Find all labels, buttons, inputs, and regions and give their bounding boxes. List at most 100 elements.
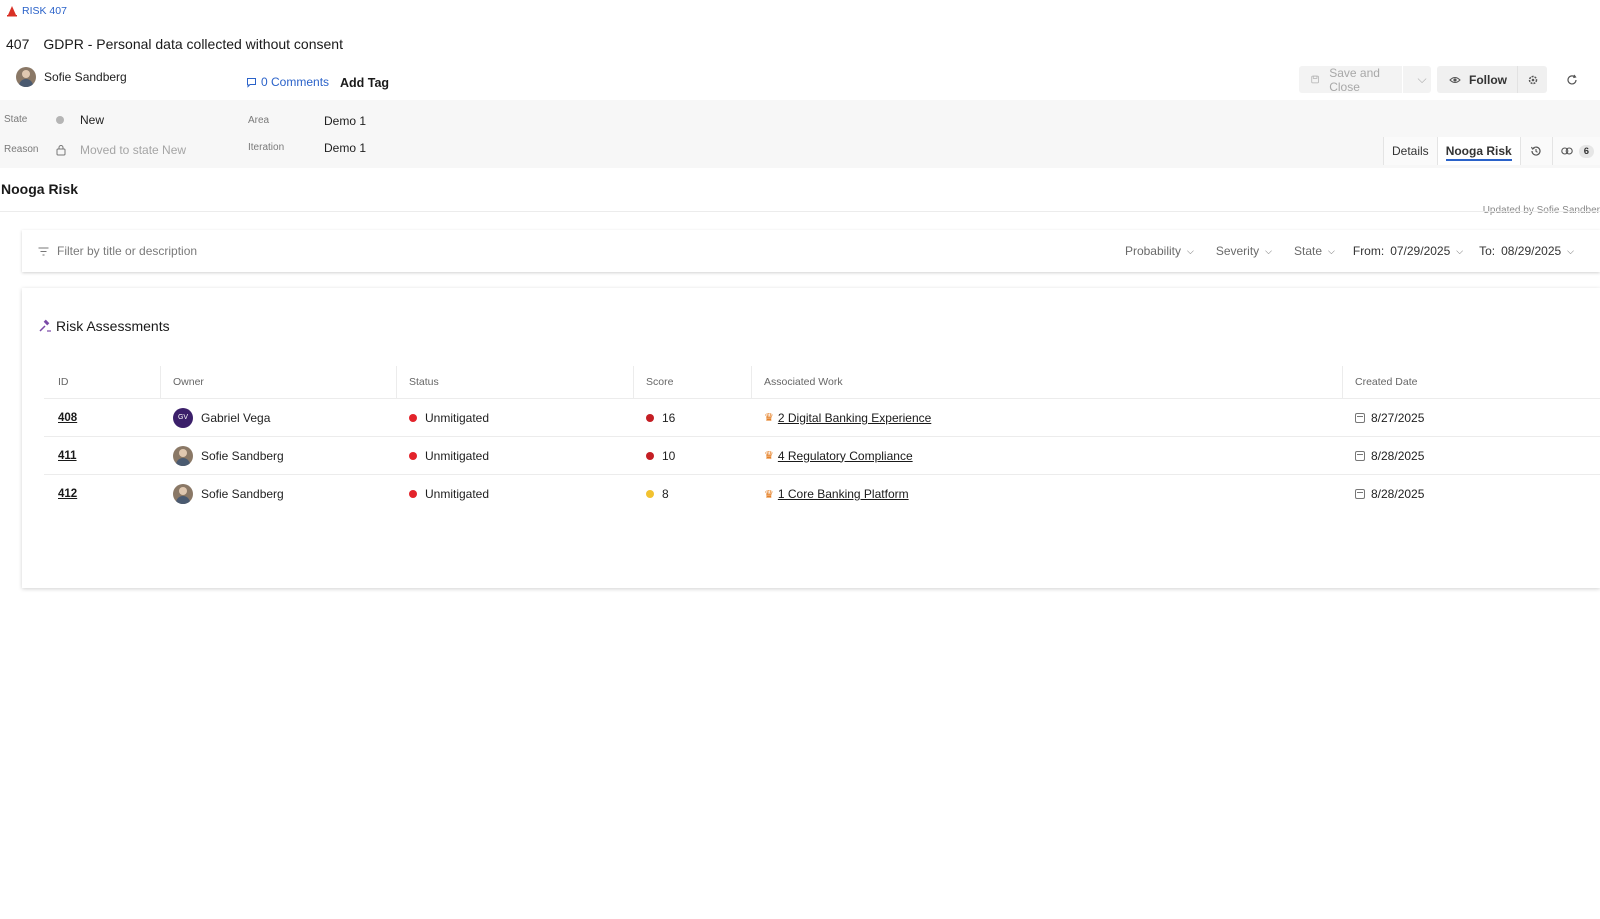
table-header: ID Owner Status Score Associated Work Cr… — [44, 365, 1600, 399]
refresh-button[interactable] — [1557, 66, 1587, 93]
column-header-created-date[interactable]: Created Date — [1343, 366, 1600, 399]
row-score-cell: 8 — [634, 487, 752, 501]
area-field: Area — [248, 115, 269, 126]
save-and-close-button[interactable]: Save and Close ⌵ — [1299, 65, 1431, 94]
column-header-owner[interactable]: Owner — [161, 365, 397, 399]
chevron-down-icon[interactable]: ⌵ — [1413, 72, 1431, 87]
to-date-dropdown[interactable]: To: 08/29/2025 ⌵ — [1479, 244, 1574, 258]
row-work-cell: ♛ 4 Regulatory Compliance — [752, 449, 1343, 463]
reason-select[interactable]: Moved to state New — [56, 143, 186, 157]
column-header-score[interactable]: Score — [634, 365, 752, 399]
avatar: GV — [173, 407, 193, 428]
follow-button[interactable]: Follow — [1437, 66, 1517, 93]
divider — [1402, 66, 1404, 93]
calendar-icon — [1355, 450, 1365, 461]
severity-dropdown[interactable]: Severity ⌵ — [1216, 244, 1272, 258]
table-row[interactable]: 412 Sofie Sandberg Unmitigated 8 ♛ 1 Cor… — [44, 475, 1600, 513]
work-item-title-text[interactable]: GDPR - Personal data collected without c… — [43, 36, 343, 52]
reason-value: Moved to state New — [80, 143, 187, 157]
state-label: State — [4, 114, 28, 125]
tab-links[interactable]: 6 — [1551, 137, 1600, 165]
row-work-link[interactable]: 4 Regulatory Compliance — [778, 449, 913, 463]
tab-nooga-risk[interactable]: Nooga Risk — [1436, 137, 1520, 165]
comments-count: 0 Comments — [261, 75, 330, 89]
card-title-text: Risk Assessments — [56, 318, 170, 334]
from-label: From: — [1352, 244, 1385, 258]
gear-icon — [1528, 75, 1537, 84]
status-dot-icon — [409, 413, 417, 422]
status-dot-icon — [409, 451, 417, 460]
row-id-link[interactable]: 412 — [58, 488, 77, 500]
chevron-down-icon: ⌵ — [1265, 245, 1272, 256]
row-status-cell: Unmitigated — [397, 411, 634, 425]
state-dropdown[interactable]: State ⌵ — [1294, 244, 1335, 258]
row-date: 8/28/2025 — [1371, 448, 1425, 463]
save-and-close-label: Save and Close — [1329, 65, 1380, 94]
row-owner-name: Sofie Sandberg — [201, 448, 284, 463]
column-header-status[interactable]: Status — [397, 365, 634, 399]
row-owner-cell: GV Gabriel Vega — [161, 407, 397, 428]
row-id-link[interactable]: 408 — [58, 412, 77, 424]
row-status: Unmitigated — [425, 448, 490, 463]
table-row[interactable]: 408 GV Gabriel Vega Unmitigated 16 ♛ 2 D… — [44, 399, 1600, 437]
avatar — [16, 67, 36, 87]
from-value: 07/29/2025 — [1390, 244, 1451, 258]
crown-icon: ♛ — [764, 412, 774, 424]
filter-placeholder: Filter by title or description — [57, 244, 198, 258]
assigned-to[interactable]: Sofie Sandberg — [16, 67, 127, 87]
row-id-link[interactable]: 411 — [58, 450, 77, 462]
area-value: Demo 1 — [324, 114, 367, 128]
add-tag-button[interactable]: Add Tag — [340, 76, 389, 90]
work-item-title: 407 GDPR - Personal data collected witho… — [6, 36, 343, 52]
row-score-cell: 16 — [634, 411, 752, 425]
row-status-cell: Unmitigated — [397, 487, 634, 501]
history-icon — [1531, 146, 1541, 156]
to-value: 08/29/2025 — [1501, 244, 1562, 258]
row-date-cell: 8/28/2025 — [1343, 449, 1600, 463]
row-work-link[interactable]: 1 Core Banking Platform — [778, 487, 909, 501]
refresh-icon — [1567, 74, 1577, 84]
column-header-id[interactable]: ID — [44, 365, 161, 399]
row-date: 8/27/2025 — [1371, 410, 1425, 425]
tab-history[interactable] — [1519, 137, 1552, 165]
divider — [0, 211, 1600, 212]
row-work-cell: ♛ 1 Core Banking Platform — [752, 487, 1343, 501]
comments-link[interactable]: 0 Comments — [246, 75, 329, 89]
tab-bar: Details Nooga Risk 6 — [1383, 137, 1600, 165]
state-select[interactable]: New — [56, 113, 104, 127]
probability-dropdown[interactable]: Probability ⌵ — [1125, 244, 1194, 258]
area-select[interactable]: Demo 1 — [324, 114, 366, 128]
page-title: Nooga Risk — [1, 181, 79, 197]
row-work-link[interactable]: 2 Digital Banking Experience — [778, 411, 931, 425]
row-owner-name: Sofie Sandberg — [201, 487, 284, 501]
reason-field: Reason — [4, 144, 38, 155]
row-score-cell: 10 — [634, 449, 752, 463]
row-owner-cell: Sofie Sandberg — [161, 445, 397, 466]
filter-icon — [38, 247, 49, 255]
chevron-down-icon: ⌵ — [1567, 245, 1574, 256]
crown-icon: ♛ — [764, 488, 774, 501]
state-filter-label: State — [1294, 244, 1323, 258]
iteration-field: Iteration — [248, 142, 284, 153]
breadcrumb[interactable]: RISK 407 — [6, 5, 67, 17]
column-header-associated-work[interactable]: Associated Work — [752, 365, 1343, 399]
row-id-cell: 408 — [44, 412, 161, 424]
settings-button[interactable] — [1517, 66, 1547, 93]
gavel-icon — [39, 319, 51, 332]
work-item-id: 407 — [6, 36, 30, 52]
row-status: Unmitigated — [425, 487, 490, 501]
from-date-dropdown[interactable]: From: 07/29/2025 ⌵ — [1353, 244, 1463, 258]
table-row[interactable]: 411 Sofie Sandberg Unmitigated 10 ♛ 4 Re… — [44, 437, 1600, 475]
row-status: Unmitigated — [425, 410, 490, 425]
row-work-cell: ♛ 2 Digital Banking Experience — [752, 411, 1343, 425]
filter-input[interactable]: Filter by title or description — [38, 244, 1125, 258]
assigned-to-name: Sofie Sandberg — [44, 70, 127, 84]
avatar — [173, 484, 193, 504]
score-dot-icon — [646, 451, 654, 460]
row-id-cell: 411 — [44, 450, 161, 462]
row-date: 8/28/2025 — [1371, 487, 1425, 501]
probability-label: Probability — [1124, 244, 1181, 258]
row-score: 8 — [662, 487, 669, 501]
tab-details[interactable]: Details — [1383, 137, 1437, 165]
iteration-select[interactable]: Demo 1 — [324, 141, 366, 155]
